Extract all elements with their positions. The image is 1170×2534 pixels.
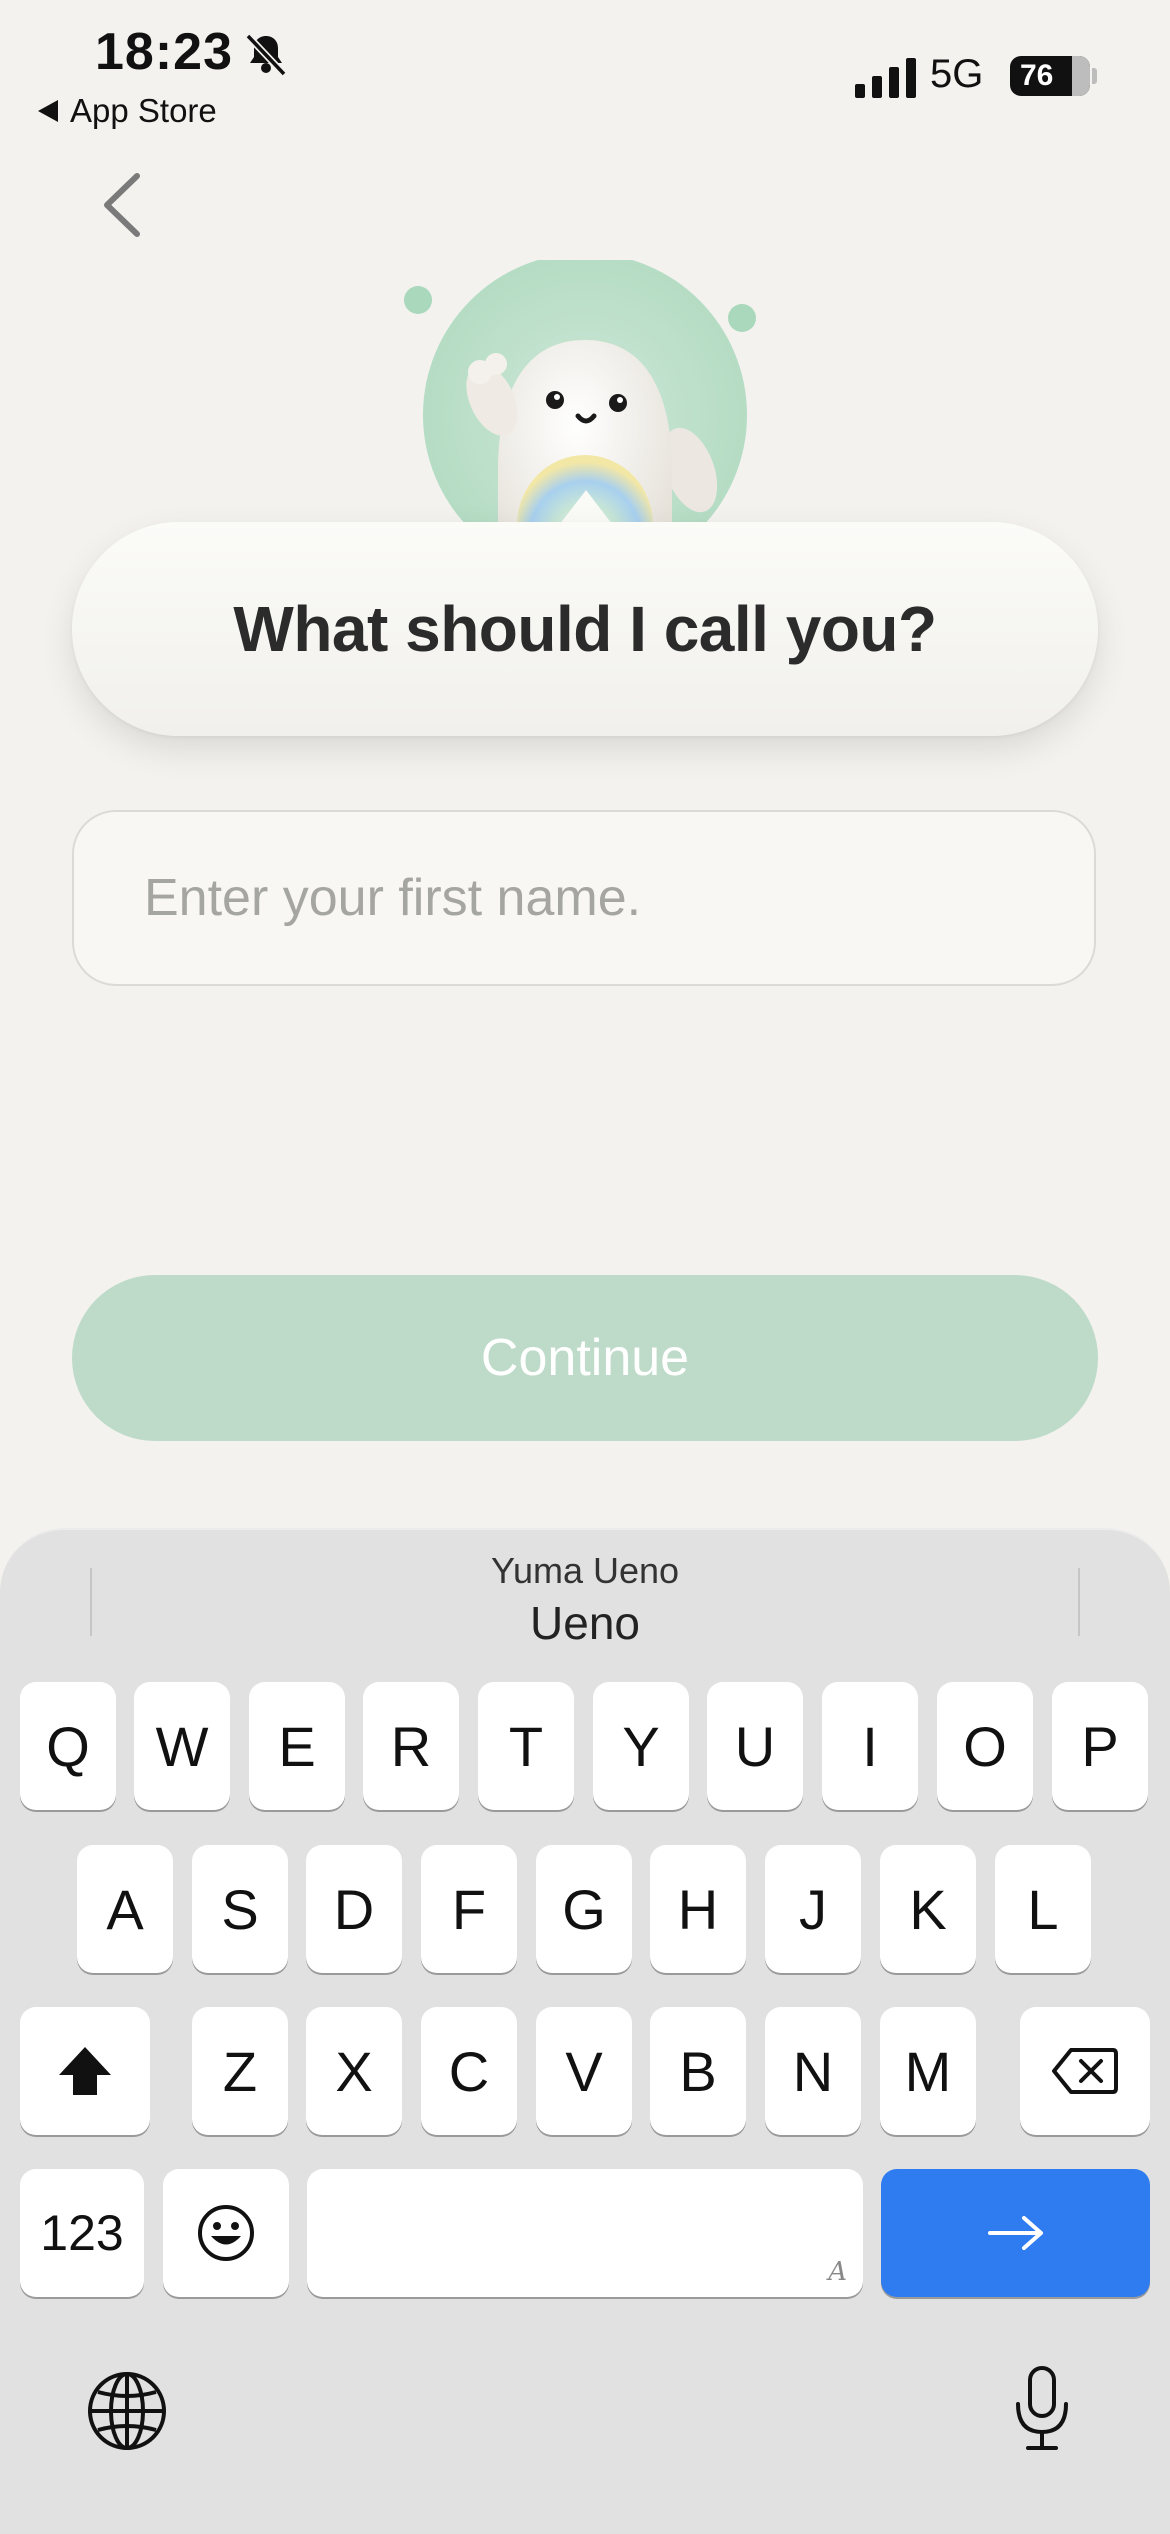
key-u[interactable]: U bbox=[707, 1682, 803, 1810]
numbers-key[interactable]: 123 bbox=[20, 2169, 144, 2297]
key-y[interactable]: Y bbox=[593, 1682, 689, 1810]
key-b[interactable]: B bbox=[650, 2007, 746, 2135]
bell-slash-icon bbox=[245, 33, 287, 77]
globe-icon[interactable] bbox=[86, 2370, 168, 2452]
key-l[interactable]: L bbox=[995, 1845, 1091, 1973]
microphone-icon[interactable] bbox=[1010, 2364, 1074, 2454]
continue-button[interactable]: Continue bbox=[72, 1275, 1098, 1441]
key-d[interactable]: D bbox=[306, 1845, 402, 1973]
emoji-icon bbox=[198, 2205, 254, 2261]
key-k[interactable]: K bbox=[880, 1845, 976, 1973]
emoji-key[interactable] bbox=[163, 2169, 289, 2297]
key-f[interactable]: F bbox=[421, 1845, 517, 1973]
prompt-bubble: What should I call you? bbox=[72, 522, 1098, 736]
back-to-app-link[interactable]: App Store bbox=[38, 92, 217, 130]
page-title: What should I call you? bbox=[233, 593, 937, 665]
key-z[interactable]: Z bbox=[192, 2007, 288, 2135]
key-o[interactable]: O bbox=[937, 1682, 1033, 1810]
bubble-pointer bbox=[560, 490, 612, 524]
key-s[interactable]: S bbox=[192, 1845, 288, 1973]
battery-tip bbox=[1092, 68, 1097, 84]
suggestion-word[interactable]: Ueno bbox=[0, 1596, 1170, 1650]
key-q[interactable]: Q bbox=[20, 1682, 116, 1810]
arrow-right-icon bbox=[987, 2216, 1043, 2250]
key-j[interactable]: J bbox=[765, 1845, 861, 1973]
key-t[interactable]: T bbox=[478, 1682, 574, 1810]
back-triangle-icon bbox=[38, 100, 58, 122]
back-app-label: App Store bbox=[70, 92, 217, 129]
cellular-signal-icon bbox=[855, 58, 916, 98]
key-n[interactable]: N bbox=[765, 2007, 861, 2135]
key-g[interactable]: G bbox=[536, 1845, 632, 1973]
suggestion-full-name[interactable]: Yuma Ueno bbox=[0, 1550, 1170, 1592]
key-c[interactable]: C bbox=[421, 2007, 517, 2135]
delete-key[interactable] bbox=[1020, 2007, 1150, 2135]
key-h[interactable]: H bbox=[650, 1845, 746, 1973]
key-i[interactable]: I bbox=[822, 1682, 918, 1810]
key-p[interactable]: P bbox=[1052, 1682, 1148, 1810]
battery-icon: 76 bbox=[1010, 56, 1090, 96]
status-time: 18:23 bbox=[95, 23, 233, 81]
first-name-input[interactable] bbox=[72, 810, 1096, 986]
shift-key[interactable] bbox=[20, 2007, 150, 2135]
shift-icon bbox=[59, 2047, 111, 2095]
space-key[interactable]: A bbox=[307, 2169, 863, 2297]
backspace-icon bbox=[1052, 2048, 1118, 2094]
key-e[interactable]: E bbox=[249, 1682, 345, 1810]
chevron-left-icon[interactable] bbox=[95, 170, 151, 240]
space-hint: A bbox=[828, 2257, 847, 2287]
return-key[interactable] bbox=[881, 2169, 1150, 2297]
continue-label: Continue bbox=[480, 1329, 690, 1387]
battery-percent: 76 bbox=[1020, 59, 1054, 92]
key-v[interactable]: V bbox=[536, 2007, 632, 2135]
key-a[interactable]: A bbox=[77, 1845, 173, 1973]
key-m[interactable]: M bbox=[880, 2007, 976, 2135]
key-r[interactable]: R bbox=[363, 1682, 459, 1810]
network-type: 5G bbox=[930, 52, 984, 96]
key-x[interactable]: X bbox=[306, 2007, 402, 2135]
key-w[interactable]: W bbox=[134, 1682, 230, 1810]
